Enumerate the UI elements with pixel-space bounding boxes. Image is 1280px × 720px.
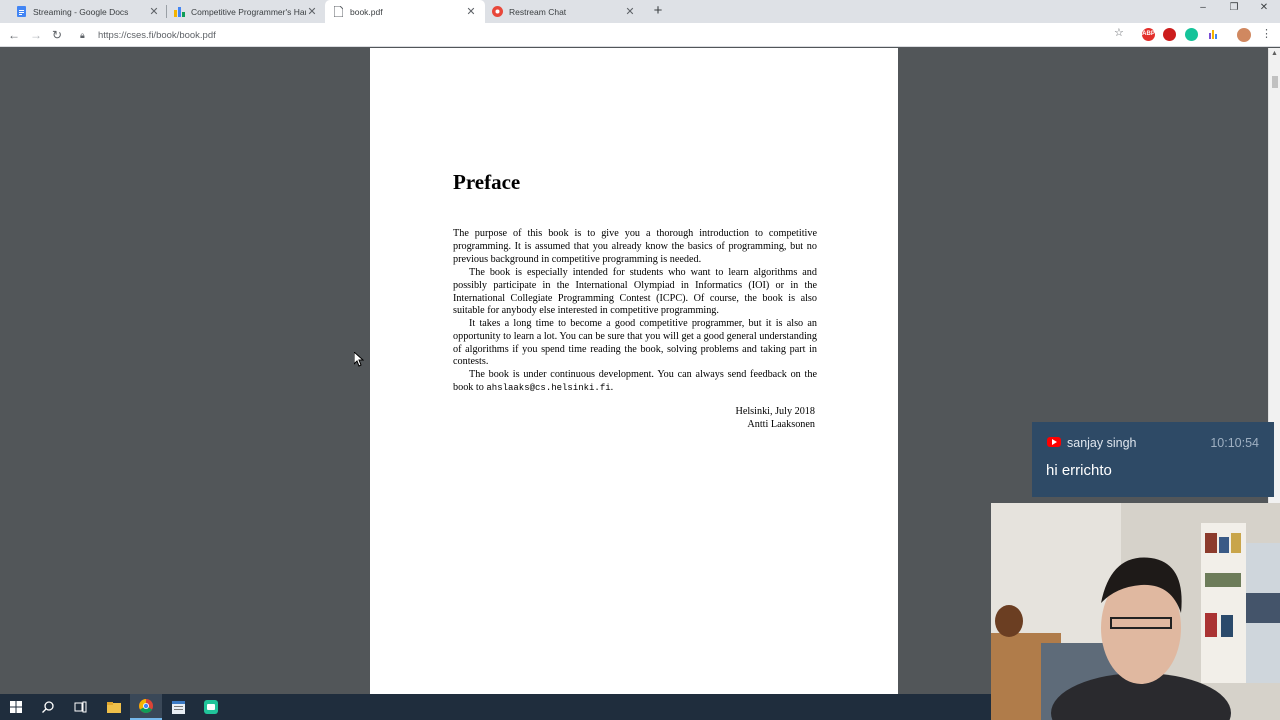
file-explorer-icon[interactable]	[98, 694, 130, 720]
email-address: ahslaaks@cs.helsinki.fi	[486, 382, 611, 393]
webcam-image	[991, 503, 1280, 720]
forward-icon[interactable]: →	[28, 27, 44, 43]
tab-google-docs[interactable]: Streaming - Google Docs ✕	[8, 0, 168, 23]
adblock-icon[interactable]: ABP	[1142, 28, 1155, 41]
lock-icon: 🔒︎	[80, 29, 85, 40]
browser-toolbar: ← → ↻ 🔒︎ https://cses.fi/book/book.pdf ☆…	[0, 23, 1280, 47]
address-bar[interactable]: 🔒︎ https://cses.fi/book/book.pdf	[76, 25, 1136, 45]
paragraph: The book is especially intended for stud…	[453, 267, 817, 317]
notepad-icon[interactable]	[162, 694, 194, 720]
close-tab-icon[interactable]: ✕	[465, 5, 477, 18]
minimize-icon[interactable]: –	[1193, 2, 1213, 13]
paragraph: The purpose of this book is to give you …	[453, 228, 817, 265]
tab-book-pdf[interactable]: book.pdf ✕	[325, 0, 485, 23]
opera-icon[interactable]	[1163, 28, 1176, 41]
paragraph-feedback: The book is under continuous development…	[453, 369, 817, 395]
profile-avatar[interactable]	[1237, 28, 1251, 42]
close-window-icon[interactable]: ✕	[1254, 2, 1274, 13]
signature-name: Antti Laaksonen	[747, 419, 815, 430]
chat-message: hi errichto	[1046, 462, 1112, 479]
youtube-icon	[1047, 437, 1061, 447]
grammarly-icon[interactable]	[1185, 28, 1198, 41]
scroll-up-icon[interactable]: ▲	[1271, 50, 1278, 57]
restream-icon	[492, 6, 503, 17]
tab-title: Competitive Programmer's Handbook	[191, 6, 306, 17]
chrome-taskbar-icon[interactable]	[130, 694, 162, 720]
period: .	[610, 381, 614, 393]
app-taskbar-icon[interactable]	[195, 694, 227, 720]
chat-timestamp: 10:10:54	[1210, 436, 1259, 450]
chat-overlay: sanjay singh 10:10:54 hi errichto	[1032, 422, 1274, 497]
tab-handbook[interactable]: Competitive Programmer's Handbook ✕	[166, 0, 326, 23]
close-tab-icon[interactable]: ✕	[624, 5, 636, 18]
close-tab-icon[interactable]: ✕	[306, 5, 318, 18]
close-tab-icon[interactable]: ✕	[148, 5, 160, 18]
back-icon[interactable]: ←	[6, 27, 22, 43]
bookmark-star-icon[interactable]: ☆	[1114, 26, 1124, 39]
taskbar	[0, 694, 991, 720]
paragraph: It takes a long time to become a good co…	[453, 318, 817, 368]
restore-icon[interactable]: ❐	[1224, 2, 1244, 13]
windows-start-icon[interactable]	[0, 694, 32, 720]
tab-title: Restream Chat	[509, 6, 567, 17]
tab-restream-chat[interactable]: Restream Chat ✕	[484, 0, 644, 23]
signature-place: Helsinki, July 2018	[735, 406, 815, 417]
task-view-icon[interactable]	[64, 694, 96, 720]
pdf-page: Preface The purpose of this book is to g…	[370, 48, 898, 694]
menu-icon[interactable]: ⋮	[1261, 27, 1272, 40]
tab-title: Streaming - Google Docs	[33, 6, 129, 17]
google-docs-icon	[16, 6, 27, 17]
page-heading: Preface	[453, 170, 521, 194]
url-text: https://cses.fi/book/book.pdf	[98, 29, 216, 41]
tab-strip: Streaming - Google Docs ✕ Competitive Pr…	[0, 0, 1280, 23]
webcam-feed	[991, 503, 1280, 720]
ext-bars-icon[interactable]	[1207, 28, 1220, 41]
chart-bars-icon	[174, 6, 185, 17]
document-icon	[333, 6, 344, 17]
search-icon[interactable]	[32, 694, 64, 720]
chat-username: sanjay singh	[1067, 436, 1137, 450]
new-tab-button[interactable]: +	[650, 3, 666, 19]
scroll-thumb[interactable]	[1272, 76, 1278, 88]
reload-icon[interactable]: ↻	[49, 27, 65, 43]
tab-title: book.pdf	[350, 6, 383, 17]
